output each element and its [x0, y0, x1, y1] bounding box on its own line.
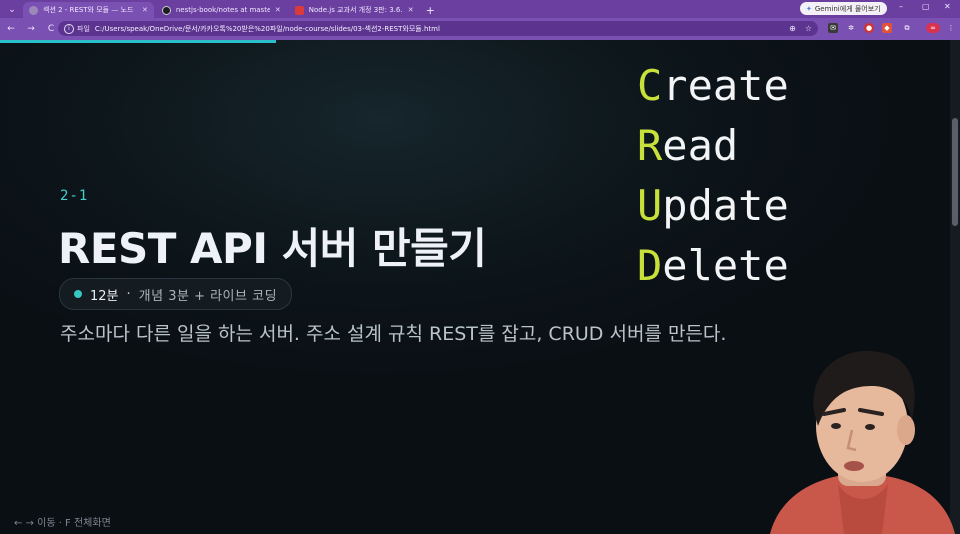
- extension-icon[interactable]: ✉: [828, 23, 838, 33]
- gemini-button[interactable]: ✦ Gemini에게 물어보기: [800, 2, 887, 15]
- new-tab-button[interactable]: +: [420, 2, 441, 18]
- tab-title: Node.js 교과서 개정 3판: 3.6.2: [308, 6, 403, 14]
- favicon-icon: [294, 5, 304, 15]
- extension-orange-icon[interactable]: ◆: [882, 23, 892, 33]
- crud-acronym: Create Read Update Delete: [637, 56, 789, 296]
- profile-avatar-icon[interactable]: ∞: [926, 23, 940, 33]
- github-icon: [161, 5, 171, 15]
- address-bar[interactable]: i 파일 C:/Users/speak/OneDrive/문서/카카오톡%20받…: [58, 21, 818, 36]
- extension-red-icon[interactable]: ●: [864, 23, 874, 33]
- favicon-icon: [29, 5, 38, 15]
- bookmark-star-icon[interactable]: ☆: [805, 24, 812, 33]
- tab-search-icon[interactable]: ⌄: [3, 2, 21, 18]
- info-icon: i: [64, 23, 74, 34]
- minimize-button[interactable]: –: [899, 2, 903, 11]
- crud-update: Update: [637, 181, 789, 230]
- site-info-chip[interactable]: i 파일: [58, 23, 95, 34]
- gemini-icon: ✦: [806, 4, 812, 13]
- forward-button[interactable]: →: [22, 24, 40, 34]
- section-number: 2-1: [60, 188, 89, 204]
- tab-nodejs-textbook[interactable]: Node.js 교과서 개정 3판: 3.6.2 ✕: [289, 2, 420, 18]
- close-tab-icon[interactable]: ✕: [142, 6, 148, 14]
- browser-tab-strip: ⌄ 섹션 2 - REST와 모듈 — 노드 ✕ nestjs-book/not…: [0, 0, 960, 18]
- slide-viewport: Create Read Update Delete 2-1 REST API 서…: [0, 40, 960, 534]
- browser-menu-icon[interactable]: ⋮: [946, 23, 956, 33]
- presenter-webcam: [770, 350, 955, 534]
- scrollbar-thumb[interactable]: [952, 118, 958, 226]
- crud-delete: Delete: [637, 241, 789, 290]
- slide-title: REST API 서버 만들기: [58, 224, 487, 273]
- navigation-hint: ← → 이동 · F 전체화면: [14, 518, 111, 529]
- duration-minutes: 12분: [90, 288, 119, 304]
- crud-create: Create: [637, 61, 789, 110]
- tab-title: 섹션 2 - REST와 모듈 — 노드: [43, 6, 134, 14]
- slide-lead-text: 주소마다 다른 일을 하는 서버. 주소 설계 규칙 REST를 잡고, CRU…: [60, 323, 727, 345]
- crud-read: Read: [637, 121, 739, 170]
- maximize-button[interactable]: ▢: [922, 2, 930, 11]
- meta-separator: ·: [126, 286, 131, 302]
- tab-nestjs-book[interactable]: nestjs-book/notes at master ✕: [156, 2, 287, 18]
- close-tab-icon[interactable]: ✕: [408, 6, 414, 14]
- duration-badge: 12분 · 개념 3분 + 라이브 코딩: [59, 278, 293, 310]
- tab-title: nestjs-book/notes at master: [175, 6, 270, 14]
- close-window-button[interactable]: ✕: [944, 2, 951, 11]
- back-button[interactable]: ←: [2, 24, 20, 34]
- browser-toolbar: ← → C i 파일 C:/Users/speak/OneDrive/문서/카카…: [0, 18, 960, 40]
- url-text[interactable]: C:/Users/speak/OneDrive/문서/카카오톡%20받은%20파…: [95, 24, 440, 34]
- extensions-puzzle-icon[interactable]: ⧉: [902, 23, 912, 33]
- tab-rest-modules[interactable]: 섹션 2 - REST와 모듈 — 노드 ✕: [23, 2, 154, 18]
- close-tab-icon[interactable]: ✕: [275, 6, 281, 14]
- slide-progress-bar: [0, 40, 276, 43]
- zoom-icon[interactable]: ⊕: [789, 24, 796, 33]
- gemini-label: Gemini에게 물어보기: [814, 4, 881, 13]
- duration-breakdown: 개념 3분 + 라이브 코딩: [138, 288, 278, 304]
- extension-gear-icon[interactable]: ✲: [846, 23, 856, 33]
- status-dot-icon: [74, 290, 82, 298]
- site-info-label: 파일: [77, 24, 90, 33]
